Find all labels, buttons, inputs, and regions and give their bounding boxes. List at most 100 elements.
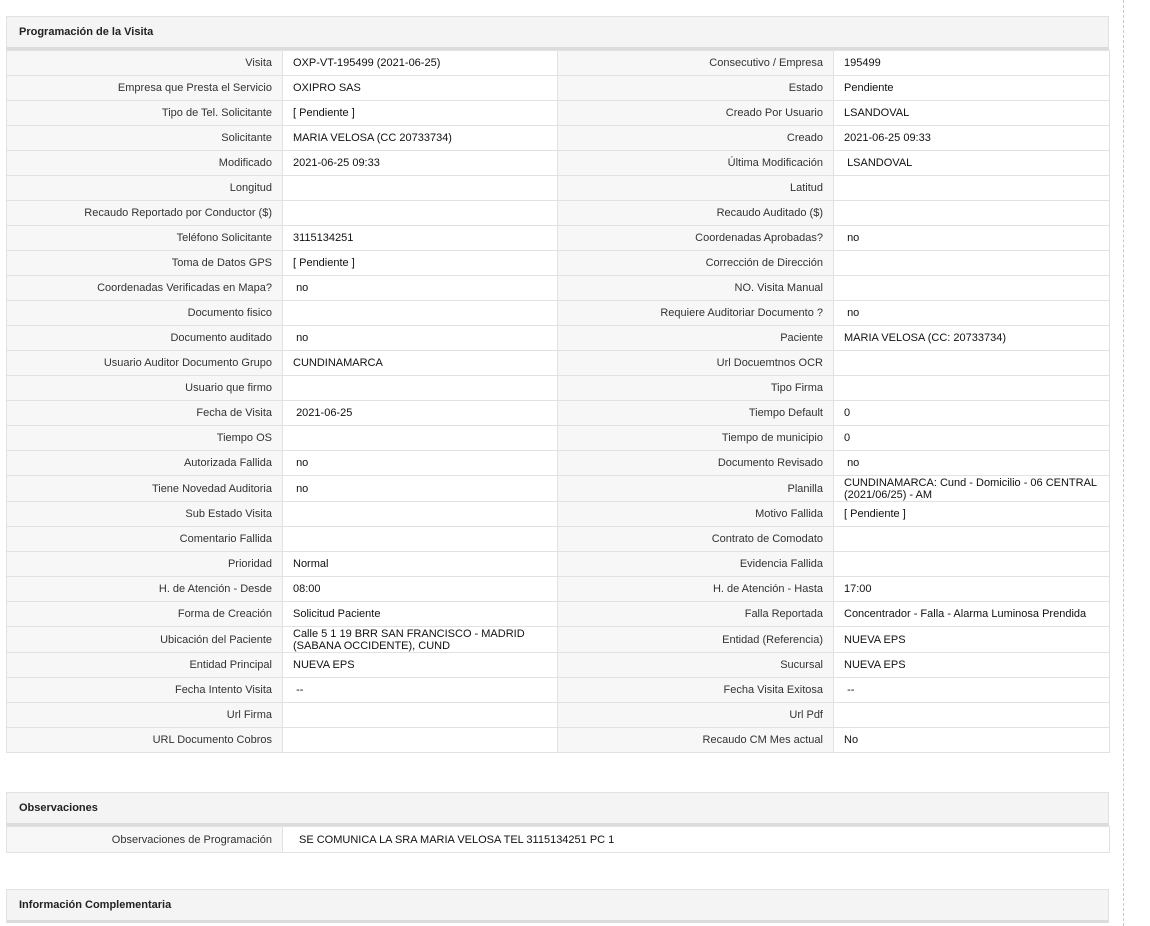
field-label: Latitud — [557, 175, 834, 201]
field-value: 2021-06-25 09:33 — [833, 125, 1110, 151]
field-value: No — [833, 727, 1110, 753]
table-row: Tipo de Tel. Solicitante[ Pendiente ] Cre… — [6, 100, 1110, 126]
field-label: Recaudo CM Mes actual — [557, 727, 834, 753]
field-label: Tiempo Default — [557, 400, 834, 426]
field-value — [833, 250, 1110, 276]
field-label: Falla Reportada — [557, 601, 834, 627]
table-row: Usuario que firmo Tipo Firma — [6, 375, 1110, 401]
field-value: Concentrador - Falla - Alarma Luminosa P… — [833, 601, 1110, 627]
field-value — [833, 200, 1110, 226]
table-row: H. de Atención - Desde 08:00 H. de Atenció… — [6, 576, 1110, 602]
field-label: Toma de Datos GPS — [6, 250, 283, 276]
field-value — [833, 551, 1110, 577]
field-label: Longitud — [6, 175, 283, 201]
table-row: Tiene Novedad Auditoria no Planilla CUNDIN… — [6, 475, 1110, 502]
field-value — [282, 425, 558, 451]
field-label: Entidad Principal — [6, 652, 283, 678]
field-value: LSANDOVAL — [833, 150, 1110, 176]
field-value: no — [282, 450, 558, 476]
field-label: Usuario Auditor Documento Grupo — [6, 350, 283, 376]
field-value — [282, 702, 558, 728]
table-row: Fecha Intento Visita -- Fecha Visita Exit… — [6, 677, 1110, 703]
field-value: [ Pendiente ] — [282, 100, 558, 126]
table-row: Url Firma Url Pdf — [6, 702, 1110, 728]
field-label: Url Pdf — [557, 702, 834, 728]
field-value: 0 — [833, 425, 1110, 451]
field-label: H. de Atención - Desde — [6, 576, 283, 602]
field-value: 08:00 — [282, 576, 558, 602]
field-value: NUEVA EPS — [833, 626, 1110, 653]
field-value: CUNDINAMARCA — [282, 350, 558, 376]
field-value: -- — [833, 677, 1110, 703]
field-value — [833, 375, 1110, 401]
field-value: OXP-VT-195499 (2021-06-25) — [282, 50, 558, 76]
field-label: Tipo Firma — [557, 375, 834, 401]
field-label: Contrato de Comodato — [557, 526, 834, 552]
field-value: -- — [282, 677, 558, 703]
field-label: Consecutivo / Empresa — [557, 50, 834, 76]
field-label: Teléfono Solicitante — [6, 225, 283, 251]
field-label: Usuario que firmo — [6, 375, 283, 401]
field-label: Comentario Fallida — [6, 526, 283, 552]
field-label: Solicitante — [6, 125, 283, 151]
field-value — [833, 526, 1110, 552]
field-value: LSANDOVAL — [833, 100, 1110, 126]
field-label: Fecha Intento Visita — [6, 677, 283, 703]
observaciones-value: SE COMUNICA LA SRA MARIA VELOSA TEL 3115… — [282, 826, 1110, 853]
field-value: 2021-06-25 09:33 — [282, 150, 558, 176]
observaciones-table: Observaciones de Programación SE COMUNIC… — [6, 826, 1110, 853]
table-row: Comentario Fallida Contrato de Comodato — [6, 526, 1110, 552]
field-value: Pendiente — [833, 75, 1110, 101]
field-label: Visita — [6, 50, 283, 76]
observaciones-section: Observaciones Observaciones de Programac… — [6, 792, 1110, 853]
field-label: Creado — [557, 125, 834, 151]
observaciones-section-title: Observaciones — [6, 792, 1109, 826]
table-row: Visita OXP-VT-195499 (2021-06-25) Consecut… — [6, 50, 1110, 76]
table-row: Documento auditado no Paciente MARIA VELOS… — [6, 325, 1110, 351]
table-row: Solicitante MARIA VELOSA (CC 20733734) Cre… — [6, 125, 1110, 151]
field-value — [833, 175, 1110, 201]
field-value — [833, 350, 1110, 376]
table-row: Fecha de Visita 2021-06-25 Tiempo Default… — [6, 400, 1110, 426]
field-label: Url Docuemtnos OCR — [557, 350, 834, 376]
field-value: MARIA VELOSA (CC 20733734) — [282, 125, 558, 151]
field-value: MARIA VELOSA (CC: 20733734) — [833, 325, 1110, 351]
field-label: Coordenadas Verificadas en Mapa? — [6, 275, 283, 301]
field-value — [282, 175, 558, 201]
table-row: Sub Estado Visita Motivo Fallida[ Pendien… — [6, 501, 1110, 527]
field-label: Corrección de Dirección — [557, 250, 834, 276]
field-value: NUEVA EPS — [282, 652, 558, 678]
field-value — [282, 526, 558, 552]
field-label: Fecha Visita Exitosa — [557, 677, 834, 703]
field-label: Recaudo Reportado por Conductor ($) — [6, 200, 283, 226]
field-label: NO. Visita Manual — [557, 275, 834, 301]
table-row: Coordenadas Verificadas en Mapa? no NO. V… — [6, 275, 1110, 301]
field-label: Ubicación del Paciente — [6, 626, 283, 653]
field-value — [282, 727, 558, 753]
field-label: Documento auditado — [6, 325, 283, 351]
table-row: Empresa que Presta el Servicio OXIPRO SAS… — [6, 75, 1110, 101]
field-value — [282, 200, 558, 226]
table-row: Usuario Auditor Documento Grupo CUNDINAMA… — [6, 350, 1110, 376]
field-value — [833, 702, 1110, 728]
field-label: H. de Atención - Hasta — [557, 576, 834, 602]
field-label: Evidencia Fallida — [557, 551, 834, 577]
table-row: Teléfono Solicitante 3115134251 Coordenada… — [6, 225, 1110, 251]
table-row: Tiempo OS Tiempo de municipio 0 — [6, 425, 1110, 451]
field-value — [833, 275, 1110, 301]
field-value: 2021-06-25 — [282, 400, 558, 426]
table-row: Forma de Creación Solicitud Paciente Falla… — [6, 601, 1110, 627]
table-row: Observaciones de Programación SE COMUNIC… — [6, 826, 1110, 853]
field-label: Planilla — [557, 475, 834, 502]
field-value: Normal — [282, 551, 558, 577]
field-value: 3115134251 — [282, 225, 558, 251]
programacion-section-title: Programación de la Visita — [6, 16, 1109, 50]
field-label: Url Firma — [6, 702, 283, 728]
field-value: [ Pendiente ] — [282, 250, 558, 276]
table-row: Prioridad Normal Evidencia Fallida — [6, 551, 1110, 577]
field-value — [282, 300, 558, 326]
field-label: Tiempo de municipio — [557, 425, 834, 451]
field-label: Documento fisico — [6, 300, 283, 326]
field-label: Estado — [557, 75, 834, 101]
field-value: no — [833, 225, 1110, 251]
